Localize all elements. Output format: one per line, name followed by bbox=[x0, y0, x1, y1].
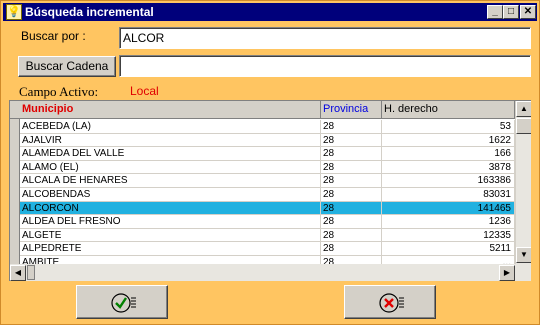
cell-municipio: ALAMO (EL) bbox=[20, 160, 321, 174]
table-row[interactable]: ALCALA DE HENARES 28 163386 bbox=[20, 174, 515, 188]
cell-provincia: 28 bbox=[321, 187, 382, 201]
scroll-thumb[interactable] bbox=[516, 118, 531, 134]
cell-provincia: 28 bbox=[321, 215, 382, 228]
buscar-por-input[interactable]: ALCOR bbox=[119, 27, 531, 49]
cell-provincia: 28 bbox=[321, 160, 382, 174]
cell-municipio: ALPEDRETE bbox=[20, 242, 321, 255]
table-row[interactable]: AJALVIR 28 1622 bbox=[20, 133, 515, 148]
row-indicator-column bbox=[10, 101, 20, 281]
buscar-por-label: Buscar por : bbox=[21, 29, 86, 43]
table-row[interactable]: ALAMO (EL) 28 3878 bbox=[20, 160, 515, 175]
table-row[interactable]: ALDEA DEL FRESNO 28 1236 bbox=[20, 215, 515, 229]
cell-provincia: 28 bbox=[321, 120, 382, 133]
accept-button[interactable] bbox=[76, 285, 168, 319]
x-circle-icon bbox=[379, 293, 404, 313]
table-row[interactable]: ACEBEDA (LA) 28 53 bbox=[20, 120, 515, 134]
table-row[interactable]: ALCORCON 28 141465 bbox=[20, 201, 515, 216]
cancel-button[interactable] bbox=[344, 285, 436, 319]
window-title: Búsqueda incremental bbox=[25, 5, 154, 19]
cell-provincia: 28 bbox=[321, 242, 382, 255]
table-row[interactable]: ALCOBENDAS 28 83031 bbox=[20, 187, 515, 202]
cell-h-derecho: 1236 bbox=[382, 215, 515, 228]
table-row[interactable]: ALAMEDA DEL VALLE 28 166 bbox=[20, 147, 515, 161]
table-row[interactable]: ALPEDRETE 28 5211 bbox=[20, 242, 515, 256]
maximize-button[interactable]: □ bbox=[503, 5, 519, 19]
horizontal-scroll-thumb[interactable] bbox=[27, 265, 35, 280]
cell-municipio: ACEBEDA (LA) bbox=[20, 120, 321, 133]
check-icon bbox=[111, 293, 136, 313]
cell-h-derecho: 166 bbox=[382, 147, 515, 160]
cell-h-derecho: 53 bbox=[382, 120, 515, 133]
campo-activo-label: Campo Activo: bbox=[19, 84, 99, 99]
table-row[interactable]: ALGETE 28 12335 bbox=[20, 228, 515, 243]
cell-municipio: ALCORCON bbox=[20, 201, 321, 215]
cell-provincia: 28 bbox=[321, 147, 382, 160]
vertical-scrollbar[interactable]: ▲ ▼ bbox=[515, 101, 531, 264]
cell-municipio: ALCALA DE HENARES bbox=[20, 174, 321, 187]
scroll-down-icon[interactable]: ▼ bbox=[516, 247, 531, 263]
search-dialog: 💡 Búsqueda incremental _ □ ✕ Buscar por … bbox=[0, 0, 540, 325]
results-grid[interactable]: Municipio Provincia H. derecho ACEBEDA (… bbox=[9, 100, 531, 281]
cell-h-derecho: 5211 bbox=[382, 242, 515, 255]
cell-provincia: 28 bbox=[321, 174, 382, 187]
cell-municipio: ALDEA DEL FRESNO bbox=[20, 215, 321, 228]
buscar-cadena-button[interactable]: Buscar Cadena bbox=[18, 56, 116, 77]
scroll-left-icon[interactable]: ◀ bbox=[10, 265, 26, 281]
cell-h-derecho: 1622 bbox=[382, 133, 515, 147]
scroll-up-icon[interactable]: ▲ bbox=[516, 101, 531, 117]
campo-activo-value: Local bbox=[130, 84, 159, 98]
close-button[interactable]: ✕ bbox=[520, 5, 536, 19]
cell-h-derecho: 3878 bbox=[382, 160, 515, 174]
cell-municipio: AJALVIR bbox=[20, 133, 321, 147]
grid-header: Municipio Provincia H. derecho bbox=[10, 101, 515, 119]
minimize-button[interactable]: _ bbox=[487, 5, 503, 19]
grid-rows: ACEBEDA (LA) 28 53 AJALVIR 28 1622 ALAMEDA DEL… bbox=[20, 120, 515, 270]
horizontal-scrollbar[interactable]: ◀ ▶ bbox=[10, 264, 531, 281]
cell-h-derecho: 163386 bbox=[382, 174, 515, 187]
lightbulb-icon: 💡 bbox=[6, 4, 22, 20]
cell-municipio: ALAMEDA DEL VALLE bbox=[20, 147, 321, 160]
column-header-municipio[interactable]: Municipio bbox=[20, 101, 321, 119]
scroll-right-icon[interactable]: ▶ bbox=[499, 265, 515, 281]
cell-municipio: ALGETE bbox=[20, 228, 321, 242]
cell-h-derecho: 12335 bbox=[382, 228, 515, 242]
buscar-cadena-input[interactable] bbox=[119, 55, 531, 77]
cell-provincia: 28 bbox=[321, 133, 382, 147]
cell-h-derecho: 141465 bbox=[382, 201, 515, 215]
title-bar[interactable]: 💡 Búsqueda incremental _ □ ✕ bbox=[3, 3, 537, 21]
column-header-h-derecho[interactable]: H. derecho bbox=[382, 101, 515, 119]
column-header-provincia[interactable]: Provincia bbox=[321, 101, 382, 119]
cell-h-derecho: 83031 bbox=[382, 187, 515, 201]
cell-municipio: ALCOBENDAS bbox=[20, 187, 321, 201]
cell-provincia: 28 bbox=[321, 228, 382, 242]
cell-provincia: 28 bbox=[321, 201, 382, 215]
